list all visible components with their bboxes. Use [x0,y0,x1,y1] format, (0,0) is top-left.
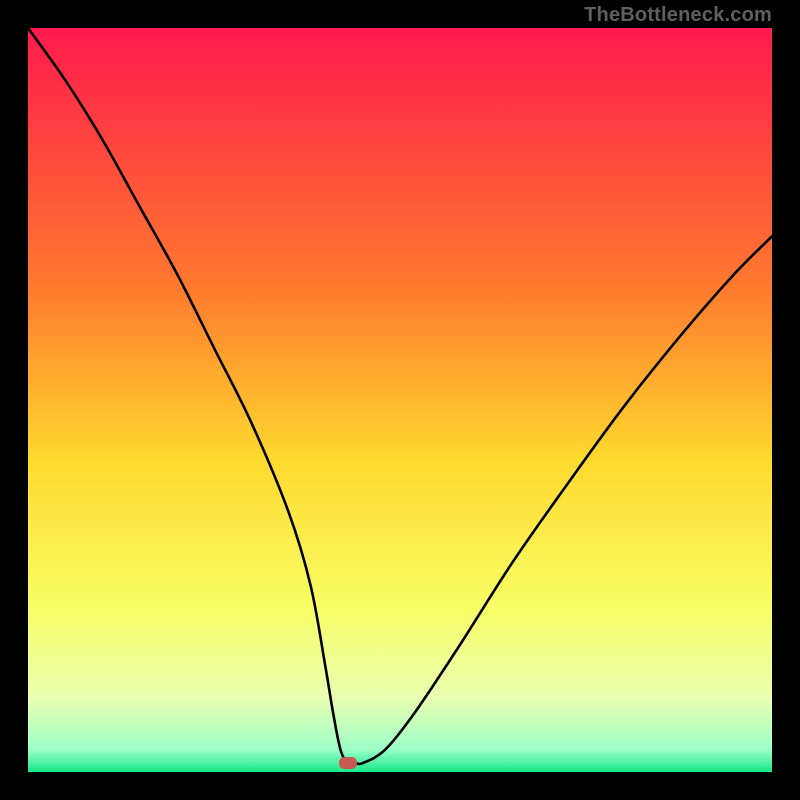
chart-frame: TheBottleneck.com [0,0,800,800]
optimum-marker [339,757,357,769]
bottleneck-curve [28,28,772,772]
watermark-label: TheBottleneck.com [584,4,772,27]
plot-area [28,28,772,772]
